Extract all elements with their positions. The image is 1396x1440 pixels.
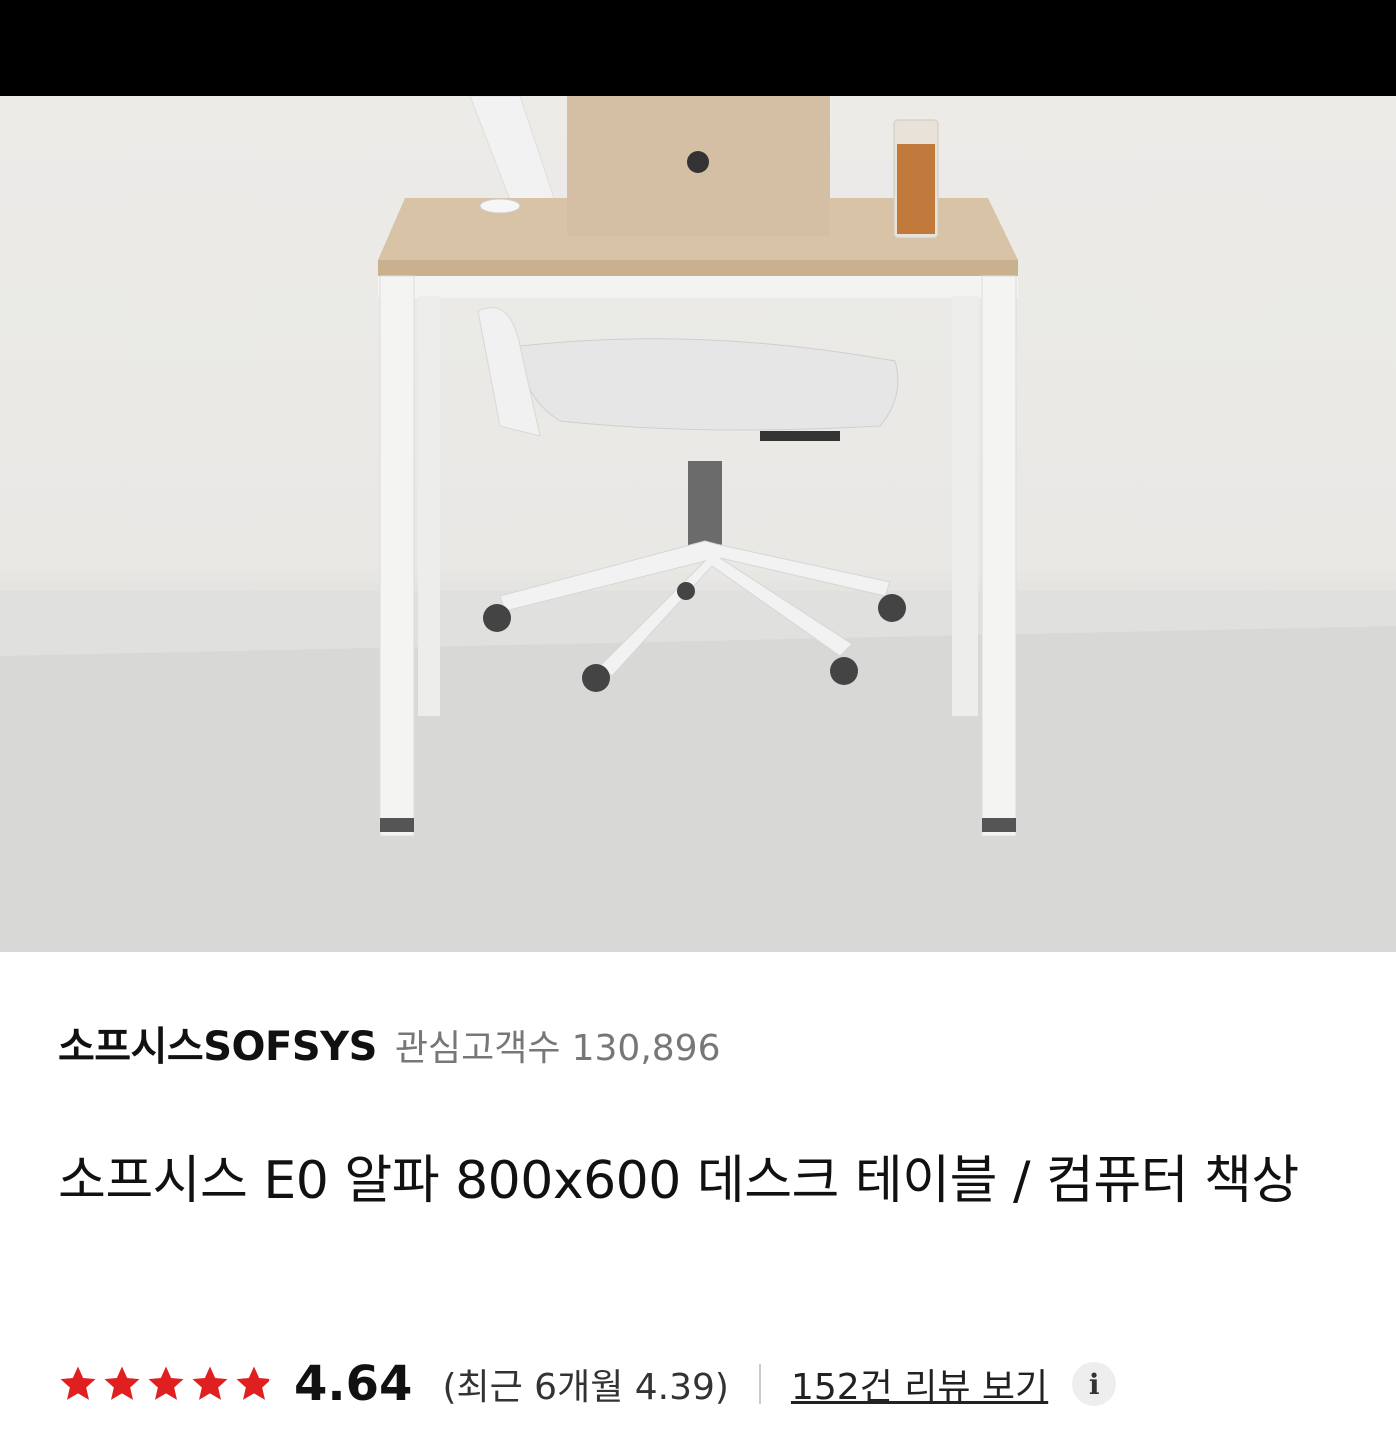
rating-stars <box>58 1364 274 1404</box>
star-icon <box>192 1366 228 1400</box>
star-icon <box>236 1366 272 1400</box>
rating-value: 4.64 <box>294 1356 413 1412</box>
product-title: 소프시스 E0 알파 800x600 데스크 테이블 / 컴퓨터 책상 <box>58 1151 1299 1211</box>
follower-count: 130,896 <box>571 1028 721 1069</box>
product-image[interactable]: + <box>0 96 1396 952</box>
info-icon[interactable]: i <box>1072 1362 1117 1406</box>
recent-rating: (최근 6개월 4.39) <box>442 1367 729 1408</box>
follower-label: 관심고객수 <box>394 1028 561 1069</box>
star-icon <box>60 1366 96 1400</box>
seller-info: 소프시스SOFSYS 관심고객수 130,896 <box>58 1014 721 1072</box>
star-icon <box>148 1366 184 1400</box>
status-bar <box>0 0 1396 96</box>
rating-summary: 4.64 (최근 6개월 4.39) 152건 리뷰 보기 i <box>58 1352 1117 1416</box>
star-icon <box>104 1366 140 1400</box>
product-photo-desk <box>0 96 1396 952</box>
divider <box>758 1364 761 1404</box>
seller-name[interactable]: 소프시스SOFSYS <box>58 1014 377 1072</box>
view-reviews-link[interactable]: 152건 리뷰 보기 <box>791 1358 1048 1410</box>
